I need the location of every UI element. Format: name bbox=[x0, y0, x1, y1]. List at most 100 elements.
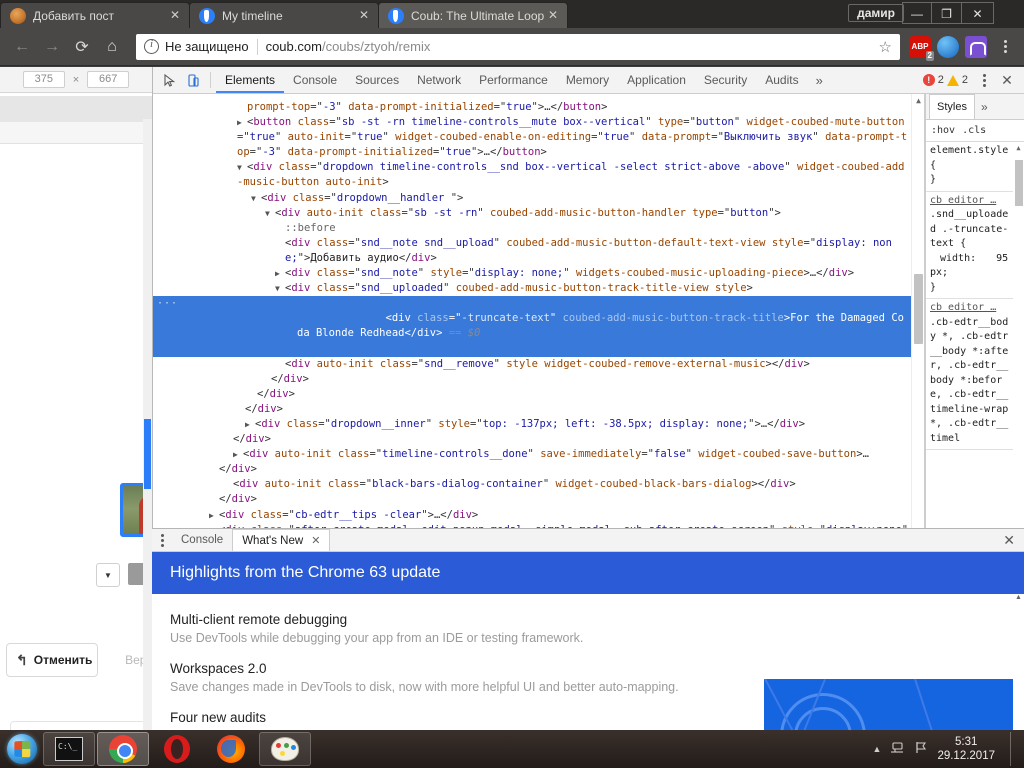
devtools-settings-kebab-icon[interactable] bbox=[975, 73, 993, 87]
styles-scroll-up-icon[interactable]: ▲ bbox=[1013, 142, 1024, 154]
show-desktop-button[interactable] bbox=[1010, 732, 1020, 766]
more-tabs-icon[interactable]: » bbox=[808, 73, 831, 88]
dom-node[interactable]: ▼ <div class="dropdown__handler "> bbox=[153, 191, 924, 206]
style-rule-selector[interactable]: .cb-edtr__body *, .cb-edtr__body *:after… bbox=[930, 316, 1012, 447]
dom-node[interactable]: </div> bbox=[153, 432, 924, 447]
dom-node[interactable]: <div class="snd__note snd__upload" coube… bbox=[153, 236, 924, 266]
tab-sources[interactable]: Sources bbox=[346, 67, 408, 93]
dom-node[interactable]: </div> bbox=[153, 372, 924, 387]
page-scrollbar[interactable] bbox=[143, 119, 152, 730]
tab-close-icon[interactable]: ✕ bbox=[167, 8, 183, 24]
drawer-menu-icon[interactable] bbox=[152, 533, 172, 547]
flag-icon[interactable] bbox=[914, 741, 928, 757]
dom-node[interactable]: </div> bbox=[153, 402, 924, 417]
style-declaration[interactable]: width: 95px; bbox=[930, 252, 1012, 281]
dom-node[interactable]: ▶ <div class="dropdown__inner" style="top… bbox=[153, 417, 924, 432]
tab-memory[interactable]: Memory bbox=[557, 67, 618, 93]
bookmark-star-icon[interactable]: ☆ bbox=[879, 38, 892, 56]
devtools-close-icon[interactable]: ✕ bbox=[996, 72, 1018, 89]
address-bar[interactable]: Не защищено coub.com/coubs/ztyoh/remix ☆ bbox=[136, 33, 900, 60]
dom-node[interactable]: prompt-top="-3" data-prompt-initialized=… bbox=[153, 100, 924, 115]
tab-close-icon[interactable]: ✕ bbox=[545, 8, 561, 24]
back-icon[interactable]: ← bbox=[8, 33, 36, 61]
toggle-device-toolbar-icon[interactable] bbox=[181, 69, 205, 91]
style-rule-selector[interactable]: .snd__uploaded .-truncate-text { bbox=[930, 208, 1012, 252]
drawer-tab-console[interactable]: Console bbox=[172, 529, 232, 551]
drawer-tab-close-icon[interactable]: ✕ bbox=[311, 530, 320, 552]
dom-node-selected[interactable]: ··· <div class="-truncate-text" coubed-ad… bbox=[153, 296, 924, 357]
dom-node[interactable]: </div> bbox=[153, 492, 924, 507]
forward-icon[interactable]: → bbox=[38, 33, 66, 61]
tab-application[interactable]: Application bbox=[618, 67, 695, 93]
new-tab-button[interactable] bbox=[571, 8, 597, 28]
window-maximize-button[interactable]: ❐ bbox=[932, 2, 962, 24]
not-secure-info-icon[interactable] bbox=[144, 38, 159, 54]
style-rule[interactable]: element.style { } bbox=[926, 142, 1024, 192]
home-icon[interactable]: ⌂ bbox=[98, 33, 126, 61]
style-rule[interactable]: cb editor … .snd__uploaded .-truncate-te… bbox=[926, 192, 1024, 299]
style-rule[interactable]: cb editor … .cb-edtr__body *, .cb-edtr__… bbox=[926, 299, 1024, 450]
style-rule-origin[interactable]: cb editor … bbox=[930, 301, 1012, 316]
dom-node[interactable]: <div auto-init class="black-bars-dialog-… bbox=[153, 477, 924, 492]
dom-node[interactable]: ▼ <div class="snd__uploaded" coubed-add-m… bbox=[153, 281, 924, 296]
drawer-close-icon[interactable]: ✕ bbox=[994, 532, 1024, 549]
taskbar-item-chrome[interactable] bbox=[97, 732, 149, 766]
dom-node[interactable]: ▶ <div class="snd__note" style="display: … bbox=[153, 266, 924, 281]
style-prop-name[interactable]: width: bbox=[930, 252, 976, 267]
dom-scroll-up-icon[interactable]: ▲ bbox=[912, 94, 924, 107]
warning-count-badge[interactable]: 2 bbox=[946, 74, 968, 86]
browser-tab-1[interactable]: Добавить пост ✕ bbox=[0, 2, 190, 28]
dom-node-pseudo[interactable]: ::before bbox=[153, 221, 924, 236]
tab-audits[interactable]: Audits bbox=[756, 67, 807, 93]
whats-new-scrollbar[interactable]: ▲ bbox=[1013, 594, 1024, 730]
chrome-profile-button[interactable]: дамир bbox=[848, 4, 904, 22]
dom-node[interactable]: </div> bbox=[153, 387, 924, 402]
tab-performance[interactable]: Performance bbox=[470, 67, 557, 93]
dom-node[interactable]: ▶ <div auto-init class="timeline-controls… bbox=[153, 447, 924, 462]
browser-tab-3[interactable]: Coub: The Ultimate Loop ✕ bbox=[378, 2, 568, 28]
page-scrollbar-thumb[interactable] bbox=[144, 419, 151, 489]
class-filter-toggle[interactable]: .cls bbox=[962, 125, 986, 136]
taskbar-item-paint[interactable] bbox=[259, 732, 311, 766]
tab-security[interactable]: Security bbox=[695, 67, 756, 93]
window-close-button[interactable]: ✕ bbox=[962, 2, 994, 24]
undo-button[interactable]: ↰ Отменить bbox=[6, 643, 98, 677]
headphones-extension-icon[interactable] bbox=[965, 35, 987, 58]
dom-node[interactable]: ▼ <div class="dropdown timeline-controls_… bbox=[153, 160, 924, 190]
styles-more-tabs-icon[interactable]: » bbox=[975, 100, 994, 114]
whats-new-media-banner[interactable]: new bbox=[764, 679, 1016, 730]
network-icon[interactable] bbox=[890, 741, 905, 757]
tray-expand-icon[interactable]: ▲ bbox=[873, 744, 882, 754]
style-rule-selector[interactable]: element.style { bbox=[930, 144, 1012, 173]
reload-icon[interactable]: ⟳ bbox=[68, 33, 96, 61]
taskbar-item-opera[interactable] bbox=[151, 732, 203, 766]
timeline-dropdown-toggle[interactable]: ▼ bbox=[96, 563, 120, 587]
tab-network[interactable]: Network bbox=[408, 67, 470, 93]
inspect-element-icon[interactable] bbox=[157, 69, 181, 91]
dom-node[interactable]: </div> bbox=[153, 462, 924, 477]
tab-close-icon[interactable]: ✕ bbox=[356, 8, 372, 24]
dom-scrollbar-thumb[interactable] bbox=[914, 274, 923, 344]
dom-node[interactable]: <div auto-init class="snd__remove" style… bbox=[153, 357, 924, 372]
start-button[interactable] bbox=[2, 732, 42, 766]
adblock-plus-icon[interactable]: ABP 2 bbox=[909, 35, 934, 61]
tab-console[interactable]: Console bbox=[284, 67, 346, 93]
style-rule-origin[interactable]: cb editor … bbox=[930, 194, 1012, 209]
tab-elements[interactable]: Elements bbox=[216, 67, 285, 93]
device-width-input[interactable]: 375 bbox=[22, 71, 65, 88]
taskbar-item-firefox[interactable] bbox=[205, 732, 257, 766]
clock[interactable]: 5:31 29.12.2017 bbox=[937, 735, 1001, 764]
dom-node[interactable]: ▶ <button class="sb -st -rn timeline-cont… bbox=[153, 115, 924, 160]
device-height-input[interactable]: 667 bbox=[87, 71, 130, 88]
dom-node[interactable]: ▶ <div class="cb-edtr__tips -clear">…</di… bbox=[153, 508, 924, 523]
hover-state-toggle[interactable]: :hov bbox=[931, 125, 955, 136]
window-minimize-button[interactable]: — bbox=[902, 2, 932, 24]
styles-scrollbar-thumb[interactable] bbox=[1015, 160, 1023, 206]
tab-styles[interactable]: Styles bbox=[929, 94, 975, 119]
chrome-menu-icon[interactable] bbox=[994, 35, 1016, 59]
drawer-tab-whats-new[interactable]: What's New ✕ bbox=[232, 529, 331, 552]
browser-tab-2[interactable]: My timeline ✕ bbox=[189, 2, 379, 28]
whats-new-scroll-up-icon[interactable]: ▲ bbox=[1013, 594, 1024, 606]
dom-node[interactable]: ▼ <div auto-init class="sb -st -rn" coube… bbox=[153, 206, 924, 221]
taskbar-item-cmd[interactable] bbox=[43, 732, 95, 766]
